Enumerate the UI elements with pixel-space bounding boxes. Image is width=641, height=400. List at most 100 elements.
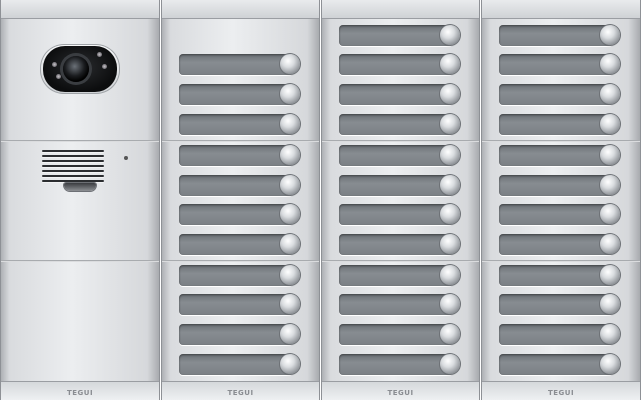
call-button[interactable] (280, 114, 300, 134)
camera-speaker-column: TEGUI (0, 0, 160, 400)
column-top-cap (482, 0, 640, 19)
name-plate (179, 354, 293, 375)
button-column: TEGUI (481, 0, 641, 400)
call-button[interactable] (600, 84, 620, 104)
name-plate (179, 54, 293, 75)
call-button[interactable] (440, 54, 460, 74)
module-divider (322, 260, 479, 262)
name-plate (339, 84, 453, 105)
call-button[interactable] (280, 54, 300, 74)
call-button[interactable] (440, 204, 460, 224)
brand-label: TEGUI (387, 389, 414, 397)
call-button[interactable] (440, 354, 460, 374)
module-divider (322, 140, 479, 142)
call-button[interactable] (280, 265, 300, 285)
name-plate (499, 265, 613, 286)
call-button[interactable] (280, 84, 300, 104)
name-plate (179, 114, 293, 135)
name-plate (499, 145, 613, 166)
microphone-icon (124, 156, 128, 160)
call-button[interactable] (280, 175, 300, 195)
name-plate (499, 175, 613, 196)
call-button[interactable] (440, 265, 460, 285)
name-plate (339, 145, 453, 166)
name-plate (499, 324, 613, 345)
name-plate (339, 54, 453, 75)
ir-led-icon (52, 62, 57, 67)
name-plate (179, 204, 293, 225)
column-bottom-cap: TEGUI (162, 381, 319, 400)
call-button[interactable] (440, 294, 460, 314)
speaker-grille-icon (42, 148, 104, 188)
button-column: TEGUI (161, 0, 320, 400)
name-plate (339, 175, 453, 196)
name-plate (499, 294, 613, 315)
name-plate (179, 234, 293, 255)
column-top-cap (1, 0, 159, 19)
name-plate (499, 204, 613, 225)
name-plate (179, 324, 293, 345)
speaker-tab-icon (64, 183, 96, 191)
module-divider (1, 140, 159, 142)
call-button[interactable] (440, 234, 460, 254)
name-plate (179, 145, 293, 166)
call-button[interactable] (600, 54, 620, 74)
ir-led-icon (102, 64, 107, 69)
call-button[interactable] (600, 114, 620, 134)
call-button[interactable] (440, 84, 460, 104)
column-bottom-cap: TEGUI (482, 381, 640, 400)
name-plate (339, 204, 453, 225)
name-plate (499, 234, 613, 255)
call-button[interactable] (600, 145, 620, 165)
call-button[interactable] (280, 354, 300, 374)
call-button[interactable] (280, 234, 300, 254)
name-plate (339, 234, 453, 255)
call-button[interactable] (280, 324, 300, 344)
module-divider (482, 140, 640, 142)
name-plate (179, 294, 293, 315)
call-button[interactable] (600, 25, 620, 45)
module-divider (1, 260, 159, 262)
name-plate (339, 324, 453, 345)
name-plate (339, 114, 453, 135)
call-button[interactable] (600, 204, 620, 224)
name-plate (179, 265, 293, 286)
call-button[interactable] (440, 324, 460, 344)
call-button[interactable] (440, 175, 460, 195)
call-button[interactable] (600, 294, 620, 314)
column-bottom-cap: TEGUI (322, 381, 479, 400)
module-divider (482, 260, 640, 262)
ir-led-icon (56, 74, 61, 79)
name-plate (499, 114, 613, 135)
camera-lens-icon (63, 56, 89, 82)
name-plate (339, 354, 453, 375)
call-button[interactable] (600, 175, 620, 195)
button-column: TEGUI (321, 0, 480, 400)
call-button[interactable] (600, 324, 620, 344)
call-button[interactable] (600, 234, 620, 254)
name-plate (179, 84, 293, 105)
column-top-cap (162, 0, 319, 19)
name-plate (339, 265, 453, 286)
column-top-cap (322, 0, 479, 19)
column-bottom-cap: TEGUI (1, 381, 159, 400)
brand-label: TEGUI (227, 389, 254, 397)
call-button[interactable] (440, 114, 460, 134)
call-button[interactable] (600, 265, 620, 285)
brand-label: TEGUI (547, 389, 575, 397)
call-button[interactable] (280, 294, 300, 314)
name-plate (499, 54, 613, 75)
ir-led-icon (97, 52, 102, 57)
call-button[interactable] (440, 145, 460, 165)
call-button[interactable] (600, 354, 620, 374)
call-button[interactable] (440, 25, 460, 45)
name-plate (339, 25, 453, 46)
module-divider (162, 260, 319, 262)
call-button[interactable] (280, 204, 300, 224)
call-button[interactable] (280, 145, 300, 165)
brand-label: TEGUI (66, 389, 94, 397)
name-plate (499, 354, 613, 375)
name-plate (339, 294, 453, 315)
name-plate (499, 25, 613, 46)
name-plate (499, 84, 613, 105)
